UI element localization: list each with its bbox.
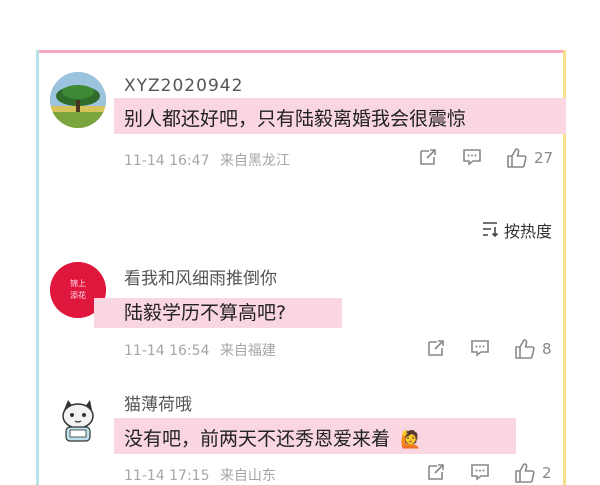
comment-item: 猫薄荷哦 没有吧，前两天不还秀恩爱来着 🙋 11-14 17:15 来自山东 2 <box>50 386 560 485</box>
comment-icon[interactable] <box>470 462 490 482</box>
user-avatar[interactable] <box>50 72 106 128</box>
cartoon-cat-avatar-icon <box>62 400 94 442</box>
comment-icon[interactable] <box>462 147 482 167</box>
comment-actions: 27 <box>418 147 554 169</box>
frame-top-border <box>36 50 566 53</box>
tree-avatar-icon <box>50 72 106 128</box>
comment-meta: 11-14 17:15 来自山东 <box>124 465 276 485</box>
sort-label: 按热度 <box>504 222 553 241</box>
comment-meta: 11-14 16:54 来自福建 <box>124 340 276 360</box>
comment-location: 来自福建 <box>219 343 276 359</box>
comment-text-body: 没有吧，前两天不还秀恩爱来着 <box>124 428 391 450</box>
comment-meta: 11-14 16:47 来自黑龙江 <box>124 150 290 170</box>
comment-time: 11-14 17:15 <box>124 468 210 484</box>
frame-left-border <box>36 50 39 485</box>
like-icon[interactable] <box>506 147 528 169</box>
comment-item: 锦上 添花 看我和风细雨推倒你 陆毅学历不算高吧? 11-14 16:54 来自… <box>50 258 560 368</box>
comment-actions: 8 <box>418 338 554 360</box>
share-icon[interactable] <box>418 147 438 167</box>
share-icon[interactable] <box>426 462 446 482</box>
comment-time: 11-14 16:47 <box>124 153 210 169</box>
share-icon[interactable] <box>426 338 446 358</box>
like-icon[interactable] <box>514 338 536 360</box>
like-icon[interactable] <box>514 462 536 484</box>
username[interactable]: 看我和风细雨推倒你 <box>124 264 277 289</box>
like-count: 27 <box>534 149 554 167</box>
svg-text:添花: 添花 <box>70 290 86 300</box>
comment-actions: 2 <box>418 462 554 484</box>
sort-lines-icon <box>483 222 499 238</box>
comment-location: 来自山东 <box>219 468 276 484</box>
raised-hand-emoji-icon: 🙋 <box>400 430 422 450</box>
comment-item: XYZ2020942 别人都还好吧，只有陆毅离婚我会很震惊 11-14 16:4… <box>50 70 566 180</box>
comment-text: 别人都还好吧，只有陆毅离婚我会很震惊 <box>124 108 467 130</box>
comment-icon[interactable] <box>470 338 490 358</box>
comment-time: 11-14 16:54 <box>124 343 210 359</box>
username[interactable]: XYZ2020942 <box>124 76 243 96</box>
comment-location: 来自黑龙江 <box>219 153 290 169</box>
svg-text:锦上: 锦上 <box>70 278 86 288</box>
comment-text: 没有吧，前两天不还秀恩爱来着 🙋 <box>124 424 421 451</box>
comment-text: 陆毅学历不算高吧? <box>124 302 287 324</box>
like-count: 2 <box>542 464 552 482</box>
like-count: 8 <box>542 340 552 358</box>
username[interactable]: 猫薄荷哦 <box>124 390 192 415</box>
user-avatar[interactable] <box>50 392 106 448</box>
